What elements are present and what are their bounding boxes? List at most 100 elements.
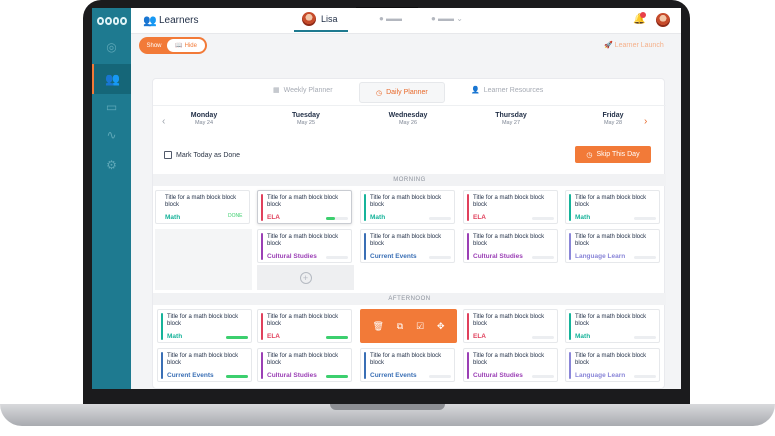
subject-color-bar [467, 352, 469, 379]
block-subject: Current Events [370, 253, 417, 260]
block-subject: Cultural Studies [267, 372, 317, 379]
app-logo[interactable] [97, 12, 127, 30]
sidebar-item-activity[interactable]: ∿ [92, 120, 131, 150]
clock-icon: ◷ [376, 89, 383, 97]
block-title: Title for a math block block block [165, 195, 237, 208]
block-subject: Cultural Studies [473, 372, 523, 379]
day-date: May 27 [501, 120, 521, 126]
move-icon[interactable]: ✥ [437, 321, 445, 332]
block-card[interactable]: Title for a math block block block Math [157, 309, 252, 343]
done-badge: DONE [228, 213, 243, 219]
mark-today-done[interactable]: Mark Today as Done [164, 151, 240, 159]
block-card[interactable]: Title for a math block block block Math [565, 309, 660, 343]
block-card[interactable]: Title for a math block block block ELA [463, 190, 558, 224]
block-card[interactable]: Title for a math block block block Cultu… [463, 348, 558, 382]
subject-color-bar [364, 352, 366, 379]
learner-launch-label: Learner Launch [614, 42, 664, 49]
block-subject: Current Events [167, 372, 214, 379]
block-title: Title for a math block block block [575, 353, 647, 366]
progress-bar [634, 375, 656, 378]
sidebar-item-home[interactable]: ◎ [92, 32, 131, 62]
block-card[interactable]: Title for a math block block block ELA [463, 309, 558, 343]
check-square-icon[interactable]: ☑ [416, 321, 424, 332]
block-subject: Math [575, 333, 591, 340]
subject-color-bar [569, 313, 571, 340]
tab-weekly-planner[interactable]: ▦ Weekly Planner [273, 86, 333, 95]
learner-avatar [301, 11, 317, 27]
block-card[interactable]: Title for a math block block block Cultu… [257, 348, 352, 382]
block-subject: ELA [267, 214, 280, 221]
block-subject: Math [165, 214, 181, 221]
laptop-base-lip [330, 404, 445, 410]
day-name: Friday [602, 112, 624, 119]
activity-icon: ∿ [106, 128, 117, 142]
hide-option[interactable]: 📖 Hide [167, 39, 205, 52]
day-name: Wednesday [388, 112, 428, 119]
progress-bar [634, 217, 656, 220]
day-header-monday: Monday May 24 [164, 112, 244, 126]
block-card[interactable]: Title for a math block block block Math [565, 190, 660, 224]
progress-bar [226, 336, 248, 339]
sidebar-item-calendar[interactable]: ▭ [92, 92, 131, 122]
progress-bar [634, 256, 656, 259]
mark-done-label: Mark Today as Done [176, 151, 241, 159]
tab-learner-resources[interactable]: 👤 Learner Resources [471, 86, 543, 95]
skip-day-button[interactable]: ◷ Skip This Day [575, 146, 651, 163]
block-card[interactable]: Title for a math block block block Curre… [360, 348, 455, 382]
subject-color-bar [569, 194, 571, 221]
block-card[interactable]: Title for a math block block block ELA [257, 309, 352, 343]
progress-bar [429, 217, 451, 220]
user-avatar[interactable] [655, 12, 671, 28]
learner-tab-active[interactable]: Lisa [294, 8, 348, 32]
block-card[interactable]: Title for a math block block block Cultu… [463, 229, 558, 263]
learner-tab-dropdown[interactable]: ● ▬▬ ⌄ [431, 14, 463, 23]
block-card[interactable]: Title for a math block block block Math … [155, 190, 250, 224]
page-title: Learners [159, 15, 199, 26]
mark-done-checkbox[interactable] [164, 151, 172, 159]
block-subject: Math [370, 214, 386, 221]
block-card[interactable]: Title for a math block block block Curre… [360, 229, 455, 263]
clock-icon: ◷ [586, 151, 593, 159]
sidebar-item-settings[interactable]: ⚙ [92, 150, 131, 180]
block-card[interactable]: Title for a math block block block Curre… [157, 348, 252, 382]
show-hide-toggle[interactable]: Show 📖 Hide [139, 37, 207, 54]
block-title: Title for a math block block block [473, 234, 545, 247]
sidebar-item-learners[interactable]: 👥 [92, 64, 131, 94]
progress-bar [429, 256, 451, 259]
subject-color-bar [261, 194, 263, 221]
subject-color-bar [261, 313, 263, 340]
trash-icon[interactable]: 🗑 [372, 321, 383, 332]
show-option[interactable]: Show [141, 43, 167, 49]
learner-tab-hidden[interactable]: ● ▬▬ [379, 14, 402, 23]
subject-color-bar [467, 194, 469, 221]
skip-day-label: Skip This Day [596, 151, 640, 158]
add-block-slot[interactable]: + [257, 265, 354, 290]
day-name: Thursday [495, 112, 527, 119]
sidebar: ◎ 👥 ▭ ∿ ⚙ [92, 8, 131, 389]
notification-badge [640, 12, 646, 18]
block-action-overlay: 🗑 ⧉ ☑ ✥ [360, 309, 457, 343]
block-card[interactable]: Title for a math block block block ELA [257, 190, 352, 224]
learner-launch-link[interactable]: 🚀 Learner Launch [604, 41, 664, 49]
block-title: Title for a math block block block [267, 234, 339, 247]
subject-color-bar [364, 194, 366, 221]
block-card[interactable]: Title for a math block block block Math [360, 190, 455, 224]
subject-color-bar [364, 233, 366, 260]
block-title: Title for a math block block block [370, 195, 442, 208]
subject-color-bar [467, 313, 469, 340]
tab-daily-planner[interactable]: ◷ Daily Planner [359, 82, 445, 103]
block-title: Title for a math block block block [473, 314, 545, 327]
laptop-frame: ◎ 👥 ▭ ∿ ⚙ 👥 Learners Lisa ● ▬▬ ● ▬▬ ⌄ 🔔 … [0, 0, 775, 436]
block-title: Title for a math block block block [267, 353, 339, 366]
block-card[interactable]: Title for a math block block block Langu… [565, 229, 660, 263]
day-header-thursday: Thursday May 27 [471, 112, 551, 126]
duplicate-icon[interactable]: ⧉ [397, 321, 403, 332]
block-card[interactable]: Title for a math block block block Langu… [565, 348, 660, 382]
block-subject: ELA [473, 214, 486, 221]
progress-bar [326, 375, 348, 378]
day-date: May 24 [194, 120, 214, 126]
progress-bar [429, 375, 451, 378]
block-card[interactable]: Title for a math block block block Cultu… [257, 229, 352, 263]
block-subject: Language Learn [575, 253, 626, 260]
block-title: Title for a math block block block [473, 195, 545, 208]
